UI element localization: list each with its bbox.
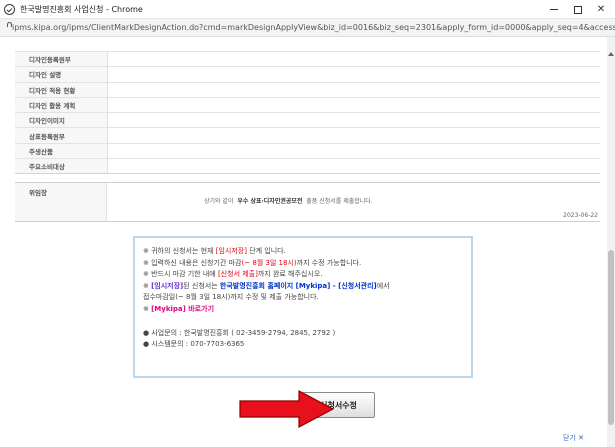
row-value [107,142,600,159]
table-row: 주생산품 [15,142,600,159]
site-favicon-icon [4,3,15,15]
table-row: 디자인등록원부 [15,50,600,67]
contest-name: 우수 상표·디자인권공모전 [237,198,303,205]
window-title-bar: 한국발명진흥회 사업신청 - Chrome ✕ [0,0,615,19]
mykipa-shortcut-link[interactable]: [Mykipa] 바로가기 [151,305,214,313]
row-label: 주생산품 [15,142,108,159]
submit-step-text: [신청서 제출] [217,270,258,279]
signature-statement: 상기와 같이 우수 상표·디자인권공모전 출품 신청서를 제출합니다. [204,196,373,205]
row-label: 주요소비대상 [15,158,108,175]
notice-line-submit: ※ 반드시 마감 기한 내에 [신청서 제출]까지 완료 해주십시오. [143,270,323,279]
notice-line-mykipa: ※ [임시저장]된 신청서는 한국발명진흥회 홈페이지 [Mykipa] - [… [143,281,390,290]
homepage-path-text: 한국발명진흥회 홈페이지 [Mykipa] - [신청서관리] [219,281,377,290]
table-row: 주요소비대상 [15,158,600,175]
notice-line-link: ※ [Mykipa] 바로가기 [143,304,215,313]
signature-text-pre: 상기와 같이 [204,198,234,205]
maximize-button[interactable] [567,0,589,19]
address-bar[interactable]: ipms.kipa.org/ipms/ClientMarkDesignActio… [0,19,615,37]
scroll-up-icon[interactable] [608,52,614,56]
row-value [107,96,600,113]
signature-row: 위임장 상기와 같이 우수 상표·디자인권공모전 출품 신청서를 제출합니다. … [15,182,600,222]
temp-saved-text: [임시저장] [151,281,184,290]
close-link[interactable]: 닫기 ✕ [563,433,584,443]
row-value [107,81,600,98]
row-value [107,66,600,83]
table-row: 상표등록원부 [15,127,600,144]
red-arrow-icon [239,390,334,428]
notice-box: ※ 귀하의 신청서는 현재 [임시저장] 단계 입니다. ※ 입력하신 내용은 … [133,236,473,378]
status-temp-saved: [임시저장] [215,247,247,255]
row-value [107,112,600,128]
row-label: 디자인 적용 현황 [15,81,108,98]
table-row: 디자인 설명 [15,66,600,83]
notice-line-deadline: ※ 입력하신 내용은 신청기간 마감(~ 8월 3일 18시)까지 수정 가능합… [143,258,362,267]
deadline-text: (~ 8월 3일 18시) [241,258,297,267]
row-label: 상표등록원부 [15,127,108,144]
row-label: 디자인 설명 [15,66,108,83]
application-form-table: 디자인등록원부 디자인 설명 디자인 적용 현황 디자인 활용 계획 디자인이미… [15,50,600,175]
notice-line-modify-period: 접수마감일(~ 8월 3일 18시)까지 수정 및 제출 가능합니다. [143,293,319,302]
row-value [107,158,600,175]
contact-business: ● 사업문의 : 한국발명진흥회 ( 02-3459-2794, 2845, 2… [143,328,336,337]
signature-text-post: 출품 신청서를 제출합니다. [306,198,373,205]
contact-system: ● 시스템문의 : 070-7703-6365 [143,340,245,349]
window-title: 한국발명진흥회 사업신청 - Chrome [20,4,143,14]
maximize-icon [574,5,582,14]
row-label: 디자인 활용 계획 [15,96,108,113]
row-value [107,50,600,67]
row-label: 디자인이미지 [15,112,108,128]
table-row: 디자인이미지 [15,112,600,128]
signature-label: 위임장 [15,183,107,221]
table-row: 디자인 적용 현황 [15,81,600,98]
table-row: 디자인 활용 계획 [15,96,600,113]
row-value [107,127,600,144]
row-label: 디자인등록원부 [15,50,108,67]
minimize-icon [550,9,558,10]
minimize-button[interactable] [543,0,565,19]
signature-date: 2023-06-22 [563,212,598,219]
close-window-button[interactable]: ✕ [590,0,612,19]
notice-line-status: ※ 귀하의 신청서는 현재 [임시저장] 단계 입니다. [143,247,286,255]
scrollbar-thumb[interactable] [608,250,614,425]
url-text[interactable]: ipms.kipa.org/ipms/ClientMarkDesignActio… [12,23,615,32]
